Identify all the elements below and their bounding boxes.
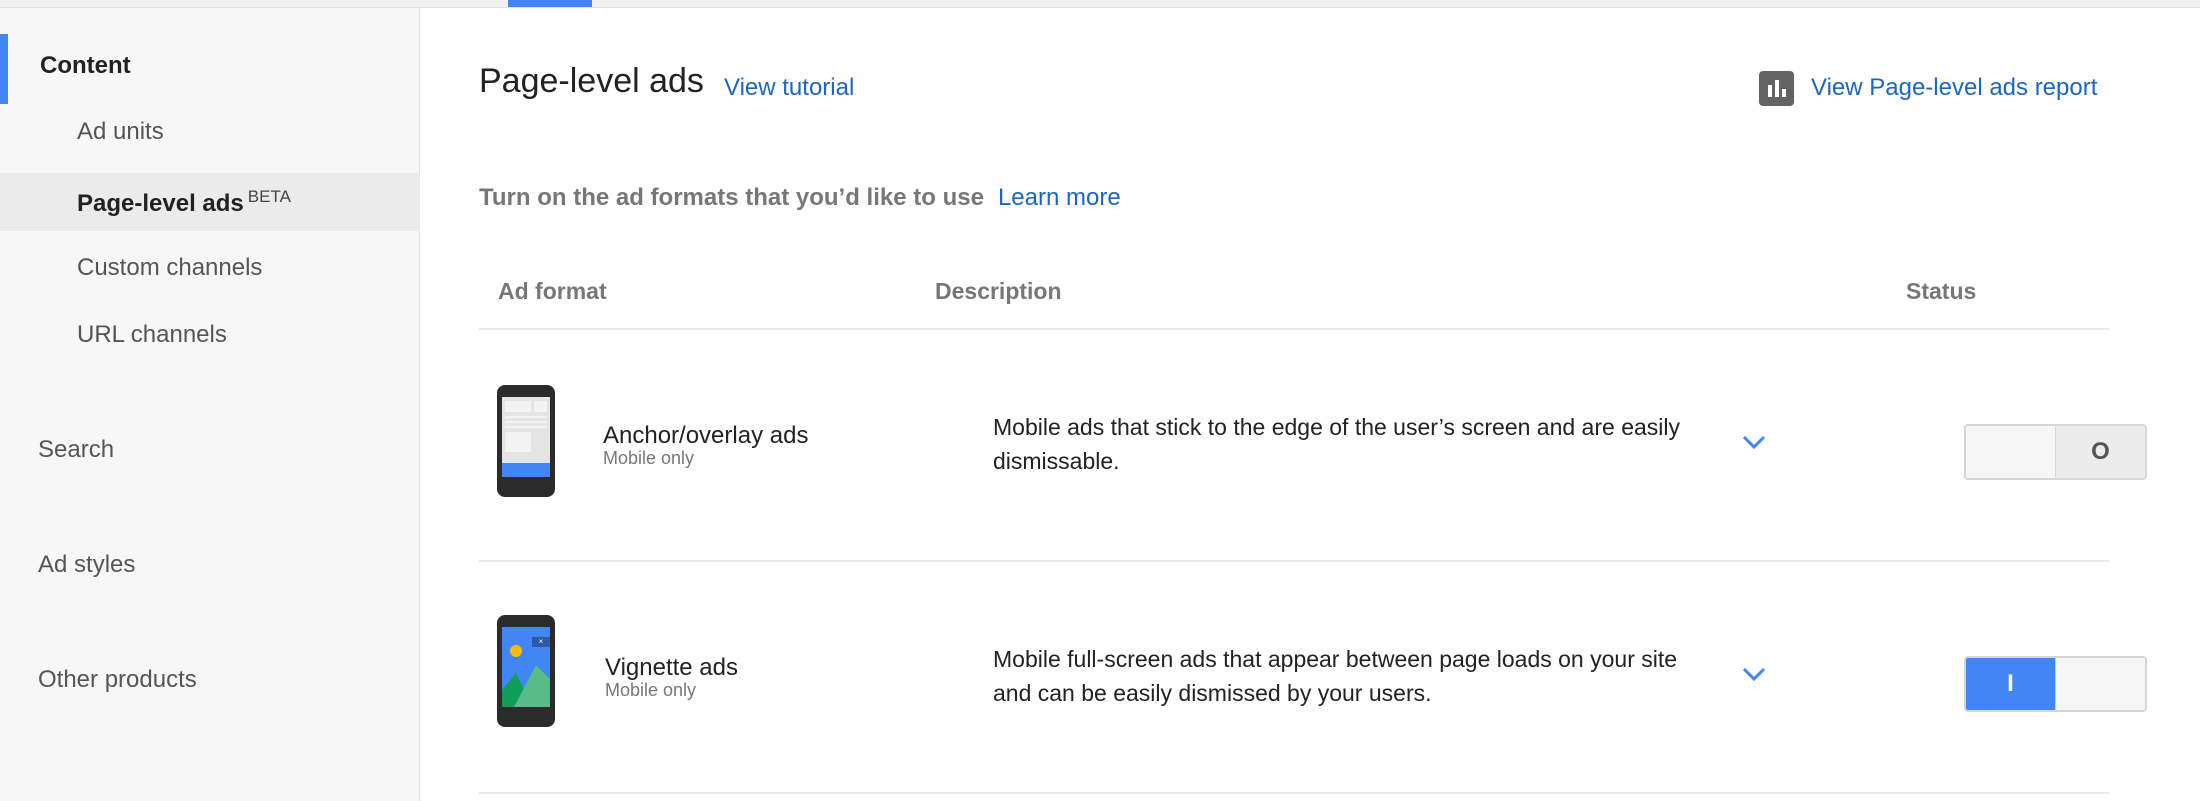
active-tab-indicator (508, 0, 592, 7)
learn-more-link[interactable]: Learn more (998, 184, 1121, 211)
page-title: Page-level ads (479, 62, 704, 100)
top-bar (0, 0, 2200, 8)
sidebar-item-label: Page-level ads (77, 190, 244, 217)
toggle-blank (1966, 426, 2056, 478)
status-toggle[interactable]: I (1964, 656, 2147, 712)
toggle-blank (2055, 658, 2145, 710)
bar-chart-icon (1759, 70, 1794, 106)
status-toggle[interactable]: O (1964, 424, 2147, 480)
beta-badge: BETA (247, 187, 291, 206)
main-content: Page-level ads View tutorial View Page-l… (421, 8, 2200, 801)
sidebar-section-ad-styles[interactable]: Ad styles (0, 551, 420, 591)
column-header-ad-format: Ad format (498, 278, 607, 304)
ad-format-description: Mobile ads that stick to the edge of the… (993, 414, 1680, 474)
chevron-down-icon[interactable] (1739, 659, 1769, 689)
ad-format-description: Mobile full-screen ads that appear betwe… (993, 646, 1678, 706)
column-header-status: Status (1906, 278, 1977, 304)
ad-format-subtitle: Mobile only (603, 448, 695, 468)
view-report-link-group[interactable]: View Page-level ads report (1759, 68, 2097, 108)
sidebar-item-page-level-ads[interactable]: Page-level ads BETA (0, 173, 420, 231)
sidebar-section-content[interactable]: Content (0, 52, 420, 92)
ad-format-name: Vignette ads (605, 654, 738, 681)
instructions-text: Turn on the ad formats that you’d like t… (479, 184, 984, 211)
view-report-link[interactable]: View Page-level ads report (1811, 74, 2097, 102)
sidebar-item-custom-channels[interactable]: Custom channels (0, 254, 420, 294)
sidebar-section-search[interactable]: Search (0, 436, 420, 476)
toggle-on-label: I (1966, 658, 2055, 710)
column-header-description: Description (935, 278, 1062, 304)
table-row: × Vignette ads Mobile only Mobile full-s… (479, 562, 2147, 792)
sidebar: Content Ad units Page-level ads BETA Cust… (0, 8, 420, 801)
sidebar-section-other-products[interactable]: Other products (0, 666, 420, 706)
sidebar-item-url-channels[interactable]: URL channels (0, 321, 420, 361)
row-divider (479, 792, 2109, 794)
view-tutorial-link[interactable]: View tutorial (724, 74, 854, 102)
chevron-down-icon[interactable] (1739, 427, 1769, 457)
instructions: Turn on the ad formats that you’d like t… (479, 184, 1121, 212)
sidebar-item-ad-units[interactable]: Ad units (0, 118, 420, 158)
ad-format-subtitle: Mobile only (605, 680, 697, 700)
phone-vignette-icon: × (497, 615, 555, 727)
toggle-off-label: O (2056, 426, 2145, 478)
table-row: Anchor/overlay ads Mobile only Mobile ad… (479, 330, 2147, 560)
phone-anchor-icon (497, 385, 555, 497)
ad-format-name: Anchor/overlay ads (603, 422, 809, 449)
